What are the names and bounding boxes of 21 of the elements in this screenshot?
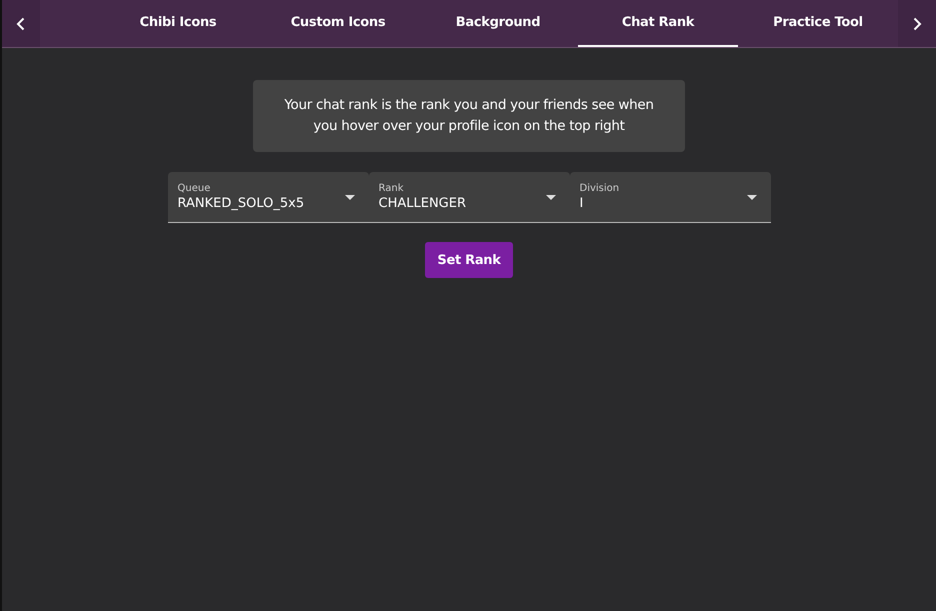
scroll-right-button[interactable] — [898, 0, 936, 47]
field-label: Queue — [178, 183, 212, 194]
tab[interactable]: Background — [418, 0, 578, 47]
dropdown-arrow-icon — [546, 194, 556, 200]
info-text: Your chat rank is the rank you and your friends see when you hover over your profile icon on the top right — [283, 96, 655, 136]
field-value: RANKED_SOLO_5x5 — [178, 196, 304, 211]
tab[interactable]: Custom Icons — [258, 0, 418, 47]
tab[interactable]: Practice Tool — [738, 0, 898, 47]
dropdown-arrow-icon — [746, 194, 756, 200]
select-field[interactable]: Rank CHALLENGER — [368, 172, 570, 222]
scroll-left-button[interactable] — [2, 0, 40, 47]
tab[interactable]: Chibi Icons — [98, 0, 258, 47]
field-label: Division — [580, 183, 620, 194]
tab[interactable]: Chat Rank — [578, 0, 738, 47]
set-rank-button[interactable]: Set Rank — [425, 242, 513, 278]
dropdown-arrow-icon — [344, 194, 354, 200]
field-value: I — [580, 196, 584, 211]
field-label: Rank — [378, 183, 404, 194]
select-field[interactable]: Queue RANKED_SOLO_5x5 — [168, 172, 368, 222]
field-value: CHALLENGER — [378, 196, 466, 211]
select-field[interactable]: Division I — [570, 172, 770, 222]
